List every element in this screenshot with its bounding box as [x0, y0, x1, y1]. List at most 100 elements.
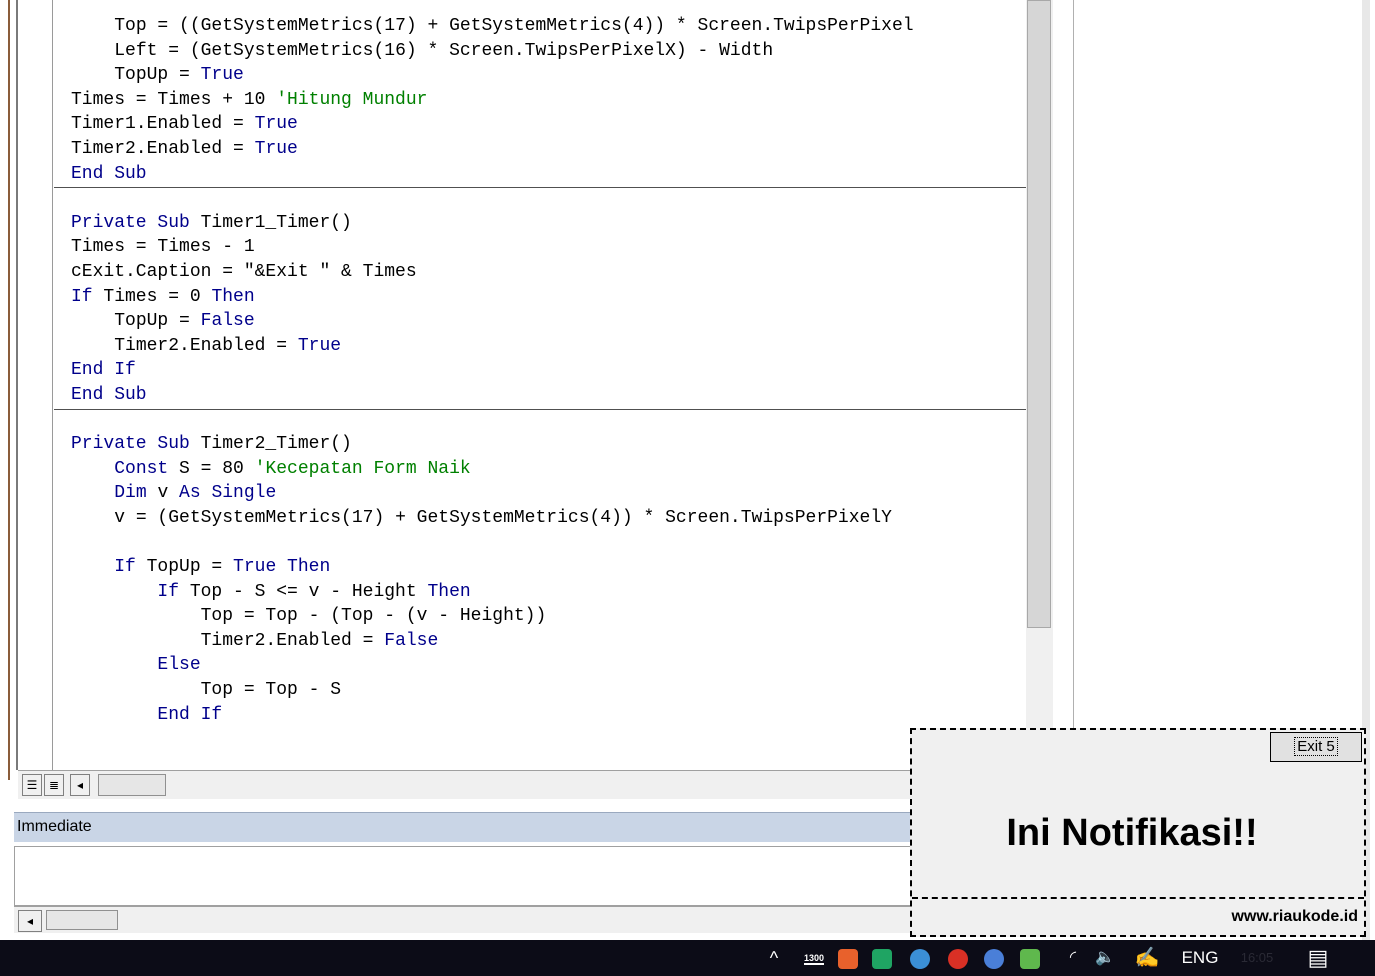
code-token: v [157, 483, 180, 504]
code-line[interactable]: Timer2.Enabled = True [71, 137, 914, 162]
code-line[interactable]: End If [71, 358, 914, 383]
code-line[interactable] [71, 408, 914, 433]
code-token: Timer2_Timer() [200, 434, 352, 455]
app-icon-blue[interactable] [910, 949, 930, 969]
vertical-scroll-thumb[interactable] [1027, 0, 1051, 628]
horizontal-scroll-thumb[interactable] [98, 774, 166, 796]
code-token: 'Hitung Mundur [276, 89, 428, 110]
code-token: As Single [179, 483, 277, 504]
code-token: Private Sub [71, 434, 201, 455]
code-line[interactable]: Top = ((GetSystemMetrics(17) + GetSystem… [71, 14, 914, 39]
code-token: S = 80 [179, 458, 255, 479]
code-token: True [200, 65, 244, 86]
code-line[interactable]: TopUp = False [71, 309, 914, 334]
code-token: Times = 0 [103, 286, 212, 307]
code-gutter [18, 0, 53, 770]
code-line[interactable]: Const S = 80 'Kecepatan Form Naik [71, 457, 914, 482]
app-icon-green[interactable] [1020, 949, 1040, 969]
code-token: If [157, 581, 190, 602]
code-token: Const [114, 458, 180, 479]
full-module-view-button[interactable]: ≣ [44, 774, 64, 796]
pen-icon[interactable]: ✍ [1134, 940, 1160, 976]
taskbar: ^ 1300 ◜ 🔈 ✍ ENG 16:05 ▤ [0, 940, 1375, 976]
app-icon-red[interactable] [948, 949, 968, 969]
code-token: False [384, 630, 439, 651]
notification-icon: ▤ [1307, 945, 1329, 970]
left-arrow-icon: ◂ [76, 778, 84, 792]
clock[interactable]: 16:05 [1232, 940, 1282, 976]
scroll-left-button[interactable]: ◂ [70, 774, 90, 796]
exit-button[interactable]: Exit 5 [1270, 732, 1362, 762]
code-token: Top = ((GetSystemMetrics(17) + GetSystem… [114, 16, 914, 36]
code-line[interactable]: Top = Top - S [71, 678, 914, 703]
full-module-view-icon: ≣ [48, 778, 60, 792]
google-drive-icon[interactable] [872, 949, 892, 969]
code-line[interactable]: Left = (GetSystemMetrics(16) * Screen.Tw… [71, 39, 914, 64]
code-token: End Sub [71, 163, 147, 184]
app-icon-globe[interactable] [984, 949, 1004, 969]
code-token: Times = Times - 1 [71, 237, 255, 258]
wifi-icon[interactable]: ◜ [1060, 940, 1086, 976]
code-token: True [297, 335, 342, 356]
code-line[interactable] [71, 530, 914, 555]
procedure-view-button[interactable]: ☰ [22, 774, 42, 796]
desktop-left-edge [0, 0, 14, 940]
code-line[interactable] [71, 186, 914, 211]
chevron-up-icon: ^ [769, 948, 779, 968]
action-center-button[interactable]: ▤ [1300, 940, 1336, 976]
immediate-scroll-left-button[interactable]: ◂ [18, 910, 42, 932]
code-token: Then [211, 286, 255, 307]
code-line[interactable]: cExit.Caption = "&Exit " & Times [71, 260, 914, 285]
code-token: TopUp = [114, 311, 201, 332]
code-token: Timer2.Enabled = [71, 138, 255, 159]
app-icon-orange[interactable] [838, 949, 858, 969]
code-line[interactable]: Timer2.Enabled = True [71, 334, 914, 359]
code-line[interactable]: Timer1.Enabled = True [71, 112, 914, 137]
code-line[interactable]: Private Sub Timer1_Timer() [71, 211, 914, 236]
code-line[interactable]: Else [71, 653, 914, 678]
code-token: If [114, 557, 147, 578]
immediate-scroll-thumb[interactable] [46, 910, 118, 930]
code-token: 'Kecepatan Form Naik [254, 458, 471, 479]
immediate-horizontal-scrollbar[interactable]: ◂ [14, 906, 1014, 933]
immediate-window-title: Immediate [14, 812, 1014, 842]
keyboard-badge-icon[interactable]: 1300 [800, 940, 828, 976]
code-token: Top - S <= v - Height [189, 581, 428, 602]
immediate-window-input[interactable] [14, 846, 1014, 906]
code-line[interactable]: Timer2.Enabled = False [71, 629, 914, 654]
code-line[interactable]: If Times = 0 Then [71, 285, 914, 310]
code-token: True [254, 138, 298, 159]
code-token: True Then [233, 557, 331, 578]
code-line[interactable]: End Sub [71, 162, 914, 187]
code-token: Private Sub [71, 212, 201, 233]
code-line[interactable]: If TopUp = True Then [71, 555, 914, 580]
exit-button-label: Exit 5 [1294, 737, 1338, 756]
procedure-separator [54, 409, 1026, 410]
code-token: End Sub [71, 384, 147, 405]
code-line[interactable]: Top = Top - (Top - (v - Height)) [71, 604, 914, 629]
notification-message: Ini Notifikasi!! [1006, 812, 1258, 854]
code-line[interactable]: Private Sub Timer2_Timer() [71, 432, 914, 457]
code-line[interactable]: Dim v As Single [71, 481, 914, 506]
code-line[interactable]: End Sub [71, 383, 914, 408]
code-line[interactable]: v = (GetSystemMetrics(17) + GetSystemMet… [71, 506, 914, 531]
code-token: Times = Times + 10 [71, 89, 277, 110]
code-token: Left = (GetSystemMetrics(16) * Screen.Tw… [114, 40, 774, 61]
code-token: Timer1_Timer() [200, 212, 352, 233]
language-indicator[interactable]: ENG [1176, 940, 1224, 976]
code-token: Top = Top - S [200, 680, 342, 701]
code-token: Then [427, 581, 471, 602]
code-text[interactable]: Top = ((GetSystemMetrics(17) + GetSystem… [71, 14, 914, 727]
code-line[interactable]: If Top - S <= v - Height Then [71, 580, 914, 605]
code-token: If [71, 286, 104, 307]
code-token: End If [71, 360, 136, 381]
code-line[interactable]: End If [71, 703, 914, 728]
code-token: End If [157, 704, 223, 725]
code-line[interactable]: TopUp = True [71, 63, 914, 88]
code-line[interactable]: Times = Times + 10 'Hitung Mundur [71, 88, 914, 113]
code-line[interactable]: Times = Times - 1 [71, 235, 914, 260]
show-hidden-icons-button[interactable]: ^ [762, 940, 786, 976]
volume-icon[interactable]: 🔈 [1092, 940, 1118, 976]
code-token: Timer2.Enabled = [114, 335, 298, 356]
window-edge-line [8, 0, 10, 780]
